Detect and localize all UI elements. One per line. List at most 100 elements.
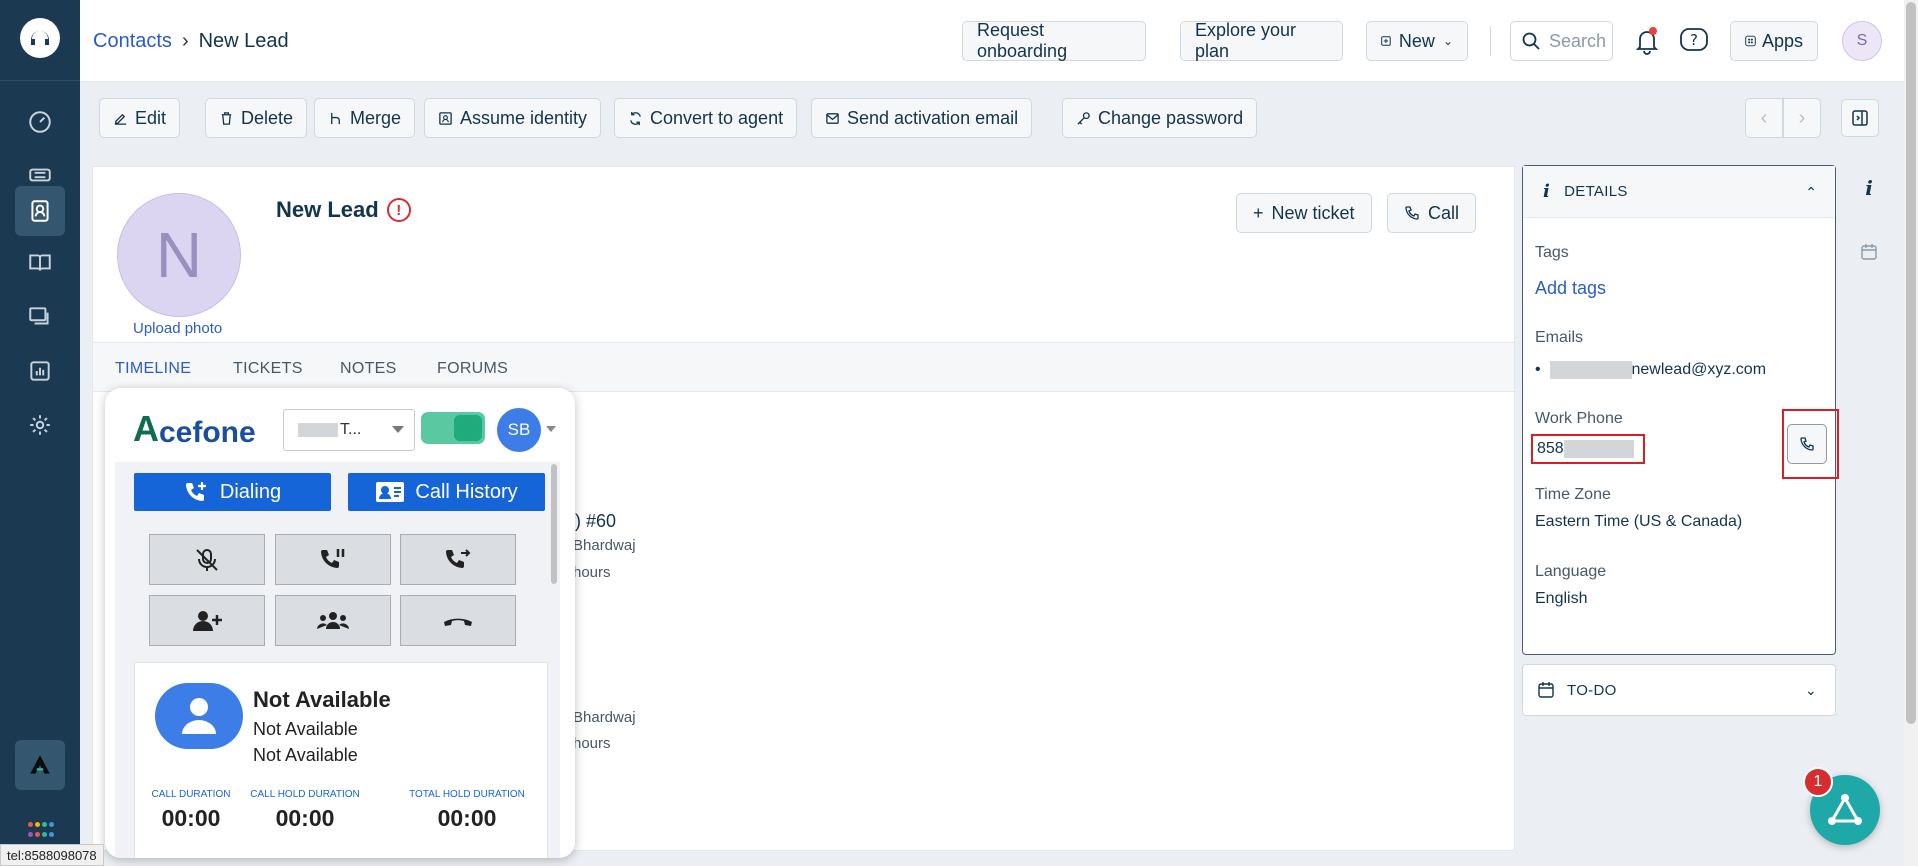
chat-notification-badge: 1 (1803, 767, 1833, 797)
email-value[interactable]: • newlead@xyz.com (1535, 361, 1766, 379)
details-header[interactable]: i DETAILS (1523, 166, 1835, 218)
topbar-divider (1490, 26, 1491, 56)
merge-button[interactable]: Merge (314, 98, 416, 138)
work-phone-call-button[interactable] (1787, 424, 1827, 464)
timeline-agent-1: Bhardwaj (573, 537, 636, 554)
todo-section[interactable]: TO-DO ⌄ (1522, 664, 1836, 716)
contact-name-text: New Lead (276, 197, 379, 222)
dialing-tab[interactable]: Dialing (134, 473, 331, 511)
acefone-logo-text: cefone (159, 416, 256, 449)
acefone-logo-a: A (133, 408, 159, 449)
breadcrumb-current: New Lead (198, 30, 289, 52)
identity-card-icon (439, 111, 452, 125)
edit-button[interactable]: Edit (99, 98, 181, 138)
knowledge-base-icon[interactable] (15, 238, 65, 288)
user-avatar[interactable]: S (1842, 21, 1882, 61)
timeline-ticket-ref[interactable]: l) #60 (571, 511, 616, 532)
end-call-icon[interactable] (400, 595, 516, 646)
upload-photo-link[interactable]: Upload photo (133, 320, 222, 337)
contact-avatar: N (117, 193, 241, 317)
agent-avatar[interactable]: SB (497, 408, 541, 452)
call-duration-value: 00:00 (161, 805, 221, 831)
chevron-up-icon[interactable]: ⌃ (1805, 184, 1817, 201)
call-history-tab[interactable]: Call History (348, 473, 545, 511)
timeline-agent-2: Bhardwaj (573, 709, 636, 726)
acefone-app-icon[interactable] (15, 740, 65, 790)
assume-identity-button[interactable]: Assume identity (424, 98, 602, 138)
apps-button[interactable]: Apps (1730, 21, 1818, 61)
hold-call-icon[interactable] (275, 534, 391, 585)
total-hold-duration-value: 00:00 (437, 805, 497, 831)
todo-label: TO-DO (1567, 681, 1617, 699)
info-rail-icon[interactable]: i (1857, 176, 1881, 200)
forums-icon[interactable] (15, 292, 65, 342)
transfer-call-icon[interactable] (400, 534, 516, 585)
left-sidebar (0, 0, 80, 866)
mute-microphone-icon[interactable] (149, 534, 265, 585)
new-ticket-label: New ticket (1271, 202, 1355, 223)
calendar-rail-icon[interactable] (1857, 240, 1881, 264)
dropdown-caret-icon (392, 426, 404, 433)
freshdesk-logo-icon[interactable] (20, 18, 60, 58)
add-tags-link[interactable]: Add tags (1535, 278, 1606, 299)
merge-label: Merge (350, 107, 402, 128)
toggle-side-panel-icon[interactable] (1841, 99, 1879, 137)
contacts-icon[interactable] (15, 186, 65, 236)
sidebar-divider (0, 80, 80, 81)
new-button[interactable]: New ⌄ (1366, 21, 1468, 61)
change-password-button[interactable]: Change password (1062, 98, 1258, 138)
tab-notes[interactable]: NOTES (340, 360, 397, 378)
convert-to-agent-button[interactable]: Convert to agent (614, 98, 798, 138)
page-scrollbar-thumb[interactable] (1906, 2, 1916, 724)
apps-grid-icon (1745, 35, 1756, 47)
call-hold-duration-value: 00:00 (275, 805, 335, 831)
total-hold-duration-label: TOTAL HOLD DURATION (409, 789, 525, 800)
merge-icon (331, 112, 340, 124)
agent-menu-caret-icon[interactable] (546, 426, 556, 432)
delete-button[interactable]: Delete (205, 98, 308, 138)
request-onboarding-button[interactable]: Request onboarding (962, 20, 1146, 61)
call-button[interactable]: Call (1387, 193, 1477, 233)
dialing-label: Dialing (219, 480, 282, 503)
settings-gear-icon[interactable] (15, 400, 65, 450)
delete-label: Delete (241, 107, 294, 128)
app-switcher-icon[interactable] (28, 822, 54, 840)
tab-tickets[interactable]: TICKETS (233, 360, 303, 378)
contact-card-icon (376, 482, 405, 502)
widget-scrollbar-thumb[interactable] (551, 464, 557, 584)
tags-label: Tags (1535, 244, 1569, 261)
warning-icon[interactable]: ! (386, 198, 411, 222)
svg-text:?: ? (1690, 31, 1698, 49)
agent-status-line-2: Not Available (253, 745, 358, 765)
help-icon[interactable]: ? (1677, 24, 1711, 58)
breadcrumb-contacts-link[interactable]: Contacts (93, 30, 172, 52)
phone-icon (1800, 437, 1814, 451)
next-contact-chevron-right-icon[interactable]: › (1783, 98, 1821, 138)
new-button-label: New (1398, 30, 1435, 51)
redacted-block (298, 423, 338, 437)
explore-plan-button[interactable]: Explore your plan (1180, 20, 1343, 61)
notifications-bell-icon[interactable] (1630, 24, 1664, 58)
new-ticket-button[interactable]: + New ticket (1236, 193, 1372, 233)
search-input[interactable]: Search (1510, 21, 1613, 61)
reports-icon[interactable] (15, 346, 65, 396)
tab-timeline[interactable]: TIMELINE (115, 360, 191, 378)
conference-group-icon[interactable] (275, 595, 391, 646)
details-header-label: DETAILS (1564, 183, 1628, 200)
send-activation-email-button[interactable]: Send activation email (811, 98, 1033, 138)
breadcrumb-separator-icon: › (181, 30, 189, 52)
add-participant-icon[interactable] (149, 595, 265, 646)
availability-toggle[interactable] (421, 412, 485, 444)
previous-contact-chevron-left-icon[interactable]: ‹ (1745, 98, 1783, 138)
agent-status-line-1: Not Available (253, 719, 358, 739)
work-phone-value[interactable]: 858 (1531, 434, 1645, 464)
language-value: English (1535, 590, 1588, 607)
convert-arrows-icon (630, 111, 641, 125)
tab-forums[interactable]: FORUMS (437, 360, 508, 378)
redacted-block (1563, 440, 1634, 458)
change-password-label: Change password (1098, 107, 1244, 128)
time-zone-label: Time Zone (1535, 486, 1611, 503)
dashboard-icon[interactable] (15, 97, 65, 147)
email-suffix: newlead@xyz.com (1631, 361, 1767, 379)
caller-number-select[interactable]: T... (283, 409, 415, 451)
